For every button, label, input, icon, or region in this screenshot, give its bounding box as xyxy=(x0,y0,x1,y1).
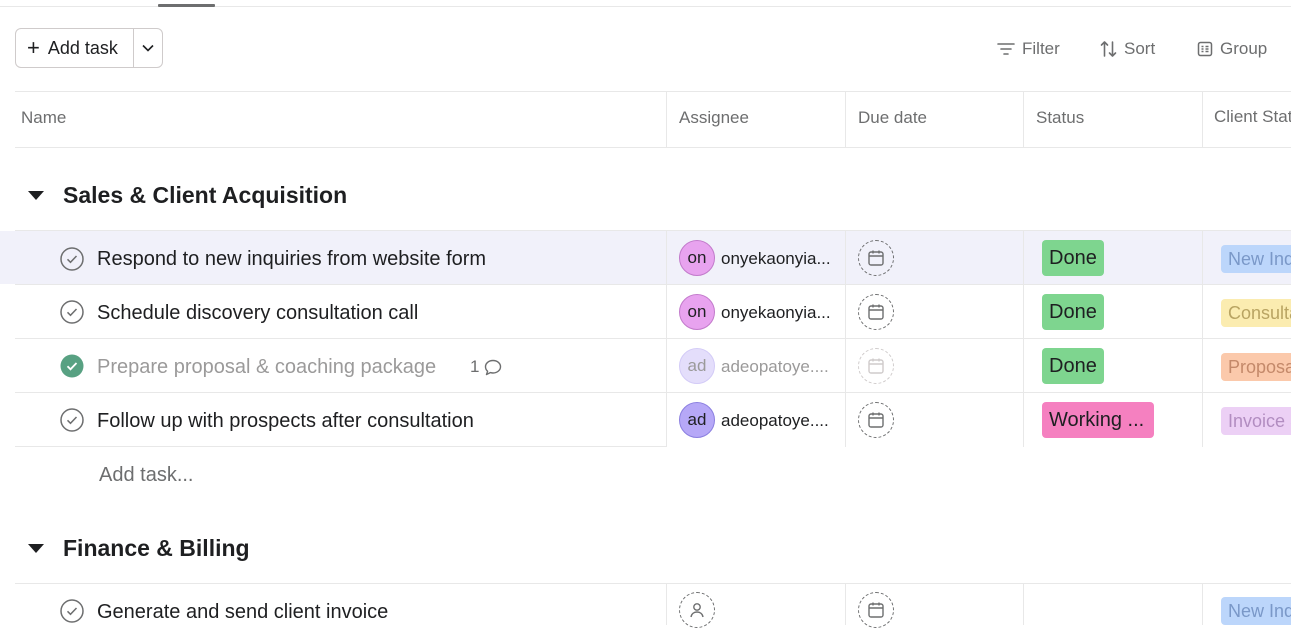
plus-icon: + xyxy=(27,35,40,60)
client-status-badge[interactable]: New Inq xyxy=(1221,597,1291,625)
person-icon[interactable] xyxy=(679,592,715,628)
client-status-badge[interactable]: New Inq xyxy=(1221,245,1291,273)
group-label: Group xyxy=(1220,39,1268,58)
column-divider xyxy=(666,584,667,625)
column-divider xyxy=(666,91,667,148)
add-task-inline-button[interactable]: Add task... xyxy=(99,464,194,487)
task-name[interactable]: Schedule discovery consultation call xyxy=(97,302,418,325)
avatar[interactable]: ad xyxy=(679,402,715,438)
column-header-due-date[interactable]: Due date xyxy=(858,108,927,128)
column-divider xyxy=(845,584,846,625)
sort-label: Sort xyxy=(1124,39,1156,58)
task-name[interactable]: Prepare proposal & coaching package xyxy=(97,356,436,379)
column-divider xyxy=(666,231,667,447)
client-status-badge[interactable]: Proposa xyxy=(1221,353,1291,381)
status-badge[interactable]: Done xyxy=(1042,348,1104,384)
add-task-label: Add task xyxy=(47,37,118,58)
column-header-client-status[interactable]: Client Stat xyxy=(1214,107,1291,127)
check-circle-icon[interactable] xyxy=(60,300,84,324)
avatar[interactable]: on xyxy=(679,294,715,330)
sort-button[interactable]: Sort xyxy=(1100,38,1155,60)
status-badge[interactable]: Working ... xyxy=(1042,402,1154,438)
group-button[interactable]: Group xyxy=(1197,38,1267,60)
section-header: Sales & Client Acquisition xyxy=(0,178,347,212)
column-header-name[interactable]: Name xyxy=(21,108,66,128)
check-circle-icon[interactable] xyxy=(60,247,84,271)
section-title[interactable]: Sales & Client Acquisition xyxy=(63,182,347,209)
caret-down-icon[interactable] xyxy=(28,190,44,200)
status-badge[interactable]: Done xyxy=(1042,294,1104,330)
comment-count[interactable]: 1 xyxy=(470,357,502,377)
comment-icon xyxy=(485,359,502,375)
comment-count-label: 1 xyxy=(470,357,480,376)
add-task-button[interactable]: + Add task xyxy=(16,29,134,67)
row-divider xyxy=(15,392,1291,393)
calendar-icon[interactable] xyxy=(858,348,894,384)
status-badge[interactable]: Done xyxy=(1042,240,1104,276)
calendar-icon[interactable] xyxy=(858,592,894,628)
task-name[interactable]: Generate and send client invoice xyxy=(97,601,388,624)
client-status-badge[interactable]: Invoice S xyxy=(1221,407,1291,435)
check-circle-icon[interactable] xyxy=(60,354,84,378)
task-name[interactable]: Follow up with prospects after consultat… xyxy=(97,410,474,433)
caret-down-icon[interactable] xyxy=(28,543,44,553)
client-status-badge[interactable]: Consulta xyxy=(1221,299,1291,327)
column-header-status[interactable]: Status xyxy=(1036,108,1084,128)
sort-icon xyxy=(1100,41,1117,57)
filter-icon xyxy=(997,43,1015,55)
section-divider xyxy=(15,583,1291,584)
column-divider xyxy=(845,91,846,148)
check-circle-icon[interactable] xyxy=(60,599,84,623)
check-circle-icon[interactable] xyxy=(60,408,84,432)
filter-button[interactable]: Filter xyxy=(997,38,1060,60)
assignee-name[interactable]: onyekaonyia... xyxy=(721,303,831,323)
calendar-icon[interactable] xyxy=(858,402,894,438)
column-divider xyxy=(1023,584,1024,625)
chevron-down-icon xyxy=(142,44,154,52)
group-icon xyxy=(1197,41,1213,57)
section-header: Finance & Billing xyxy=(0,531,250,565)
header-top-border xyxy=(15,91,1291,92)
column-header-assignee[interactable]: Assignee xyxy=(679,108,749,128)
calendar-icon[interactable] xyxy=(858,294,894,330)
avatar[interactable]: on xyxy=(679,240,715,276)
row-divider xyxy=(15,446,667,447)
section-title[interactable]: Finance & Billing xyxy=(63,535,250,562)
add-task-dropdown-button[interactable] xyxy=(134,29,162,67)
active-tab-indicator xyxy=(158,4,215,7)
column-divider xyxy=(1202,231,1203,447)
column-divider xyxy=(1023,91,1024,148)
calendar-icon[interactable] xyxy=(858,240,894,276)
filter-label: Filter xyxy=(1022,39,1060,58)
header-bottom-border xyxy=(15,147,1291,148)
task-name[interactable]: Respond to new inquiries from website fo… xyxy=(97,248,486,271)
add-task-split-button: + Add task xyxy=(15,28,163,68)
column-divider xyxy=(845,231,846,447)
row-divider xyxy=(15,284,1291,285)
assignee-name[interactable]: onyekaonyia... xyxy=(721,249,831,269)
assignee-name[interactable]: adeopatoye.... xyxy=(721,411,829,431)
row-divider xyxy=(15,338,1291,339)
column-divider xyxy=(1202,584,1203,625)
assignee-name[interactable]: adeopatoye.... xyxy=(721,357,829,377)
avatar[interactable]: ad xyxy=(679,348,715,384)
column-divider xyxy=(1202,91,1203,148)
column-divider xyxy=(1023,231,1024,447)
